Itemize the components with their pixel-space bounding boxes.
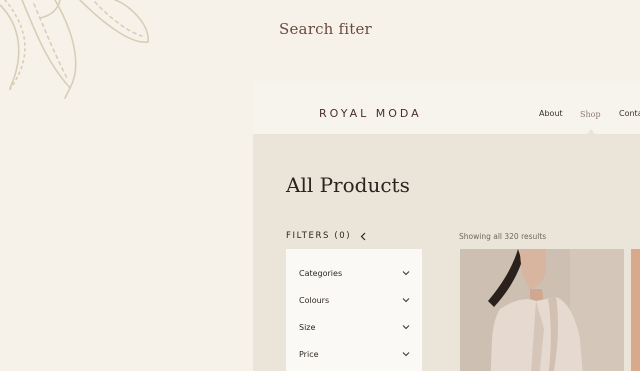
filter-label: Price (299, 349, 319, 359)
nav-contact[interactable]: Conta (619, 109, 640, 118)
filters-label: FILTERS (0) (286, 231, 352, 241)
filter-categories[interactable]: Categories (286, 264, 422, 282)
nav-about[interactable]: About (539, 109, 563, 118)
product-image[interactable] (631, 249, 640, 371)
filter-label: Size (299, 322, 316, 332)
brand-logo[interactable]: ROYAL MODA (319, 107, 422, 120)
nav-shop[interactable]: Shop (580, 110, 601, 119)
page-title: All Products (286, 173, 410, 197)
filter-colours[interactable]: Colours (286, 291, 422, 309)
chevron-down-icon (402, 352, 410, 357)
page-heading: Search fiter (279, 20, 372, 38)
chevron-down-icon (402, 271, 410, 276)
filter-label: Categories (299, 268, 343, 278)
active-nav-caret (587, 129, 595, 134)
filter-panel: Categories Colours Size Price (286, 249, 422, 371)
model-photo (460, 249, 624, 371)
product-image[interactable] (460, 249, 624, 371)
botanical-illustration (0, 0, 149, 99)
chevron-down-icon (402, 298, 410, 303)
site-navbar: ROYAL MODA About Shop Conta (253, 81, 640, 135)
website-preview: ROYAL MODA About Shop Conta All Products… (253, 81, 640, 371)
results-count: Showing all 320 results (459, 232, 547, 241)
filter-price[interactable]: Price (286, 345, 422, 363)
filter-size[interactable]: Size (286, 318, 422, 336)
filter-label: Colours (299, 295, 330, 305)
chevron-down-icon (402, 325, 410, 330)
chevron-left-icon[interactable] (356, 229, 370, 243)
